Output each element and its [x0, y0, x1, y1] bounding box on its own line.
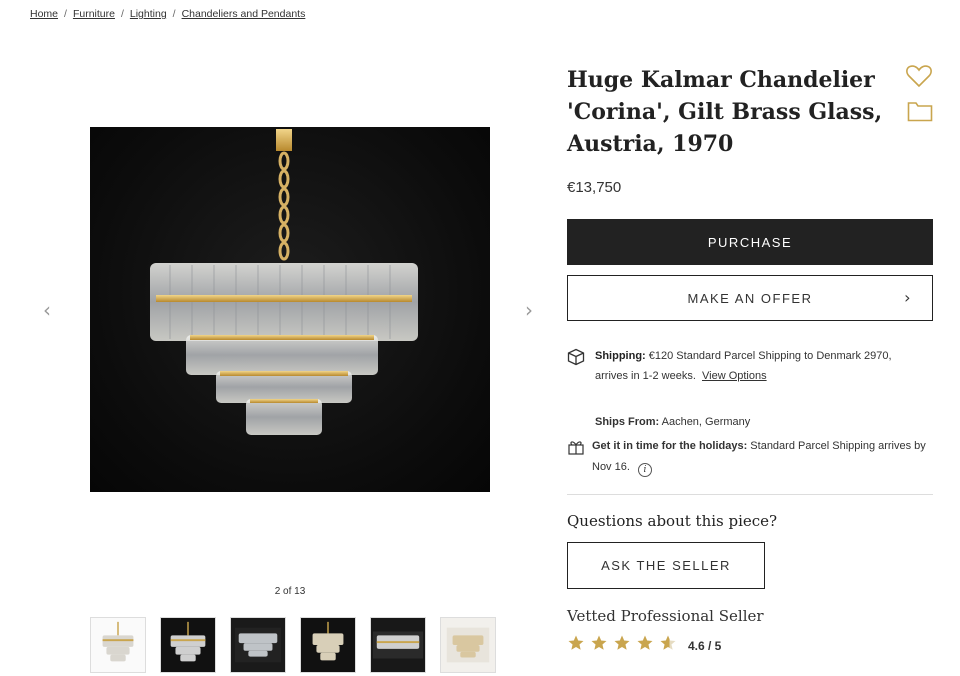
- vetted-seller-label: Vetted Professional Seller: [567, 607, 764, 625]
- breadcrumb-lighting[interactable]: Lighting: [130, 8, 167, 20]
- thumbnail-5[interactable]: [370, 617, 426, 673]
- breadcrumb-separator: /: [120, 8, 124, 20]
- seller-rating: 4.6 / 5: [567, 634, 721, 657]
- breadcrumb-furniture[interactable]: Furniture: [73, 8, 115, 20]
- star-icon: [613, 634, 631, 657]
- thumbnail-6[interactable]: [440, 617, 496, 673]
- product-title: Huge Kalmar Chandelier 'Corina', Gilt Br…: [567, 67, 883, 157]
- folder-icon[interactable]: [907, 100, 933, 127]
- product-main-image[interactable]: [90, 127, 490, 492]
- info-icon[interactable]: i: [637, 463, 652, 477]
- breadcrumb-home[interactable]: Home: [30, 8, 58, 20]
- image-counter: 2 of 13: [274, 586, 306, 597]
- thumbnail-3[interactable]: [230, 617, 286, 673]
- thumbnail-strip: [90, 617, 496, 673]
- chevron-left-icon[interactable]: ‹: [43, 298, 51, 322]
- questions-heading: Questions about this piece?: [567, 512, 778, 530]
- heart-icon[interactable]: [906, 64, 932, 93]
- ships-from-location: Aachen, Germany: [659, 416, 751, 428]
- holiday-label: Get it in time for the holidays:: [592, 440, 748, 452]
- purchase-button[interactable]: PURCHASE: [567, 219, 933, 265]
- chandelier-photo: [150, 129, 418, 435]
- thumbnail-2[interactable]: [160, 617, 216, 673]
- star-icon: [590, 634, 608, 657]
- ships-from-label: Ships From:: [595, 416, 660, 428]
- breadcrumb-separator: /: [172, 8, 176, 20]
- ships-from: Ships From: Aachen, Germany: [595, 416, 750, 428]
- thumbnail-1[interactable]: [90, 617, 146, 673]
- breadcrumb-separator: /: [64, 8, 67, 20]
- product-price: €13,750: [567, 179, 622, 196]
- breadcrumb-chandeliers[interactable]: Chandeliers and Pendants: [182, 8, 306, 20]
- gift-icon: [567, 439, 585, 463]
- star-half-icon: [659, 634, 677, 657]
- star-icon: [567, 634, 585, 657]
- shipping-label: Shipping:: [595, 350, 646, 362]
- chevron-right-icon: ›: [904, 288, 912, 307]
- make-offer-button[interactable]: MAKE AN OFFER ›: [567, 275, 933, 321]
- make-offer-label: MAKE AN OFFER: [687, 290, 813, 306]
- holiday-shipping: Get it in time for the holidays: Standar…: [567, 436, 937, 478]
- star-icon: [636, 634, 654, 657]
- breadcrumb: Home / Furniture / Lighting / Chandelier…: [30, 8, 305, 20]
- shipping-info: Shipping: €120 Standard Parcel Shipping …: [567, 346, 927, 386]
- box-icon: [567, 348, 585, 373]
- rating-value: 4.6 / 5: [688, 638, 722, 653]
- divider: [567, 494, 933, 495]
- ask-seller-button[interactable]: ASK THE SELLER: [567, 542, 765, 589]
- view-options-link[interactable]: View Options: [702, 370, 767, 382]
- chevron-right-icon[interactable]: ›: [525, 298, 533, 322]
- thumbnail-4[interactable]: [300, 617, 356, 673]
